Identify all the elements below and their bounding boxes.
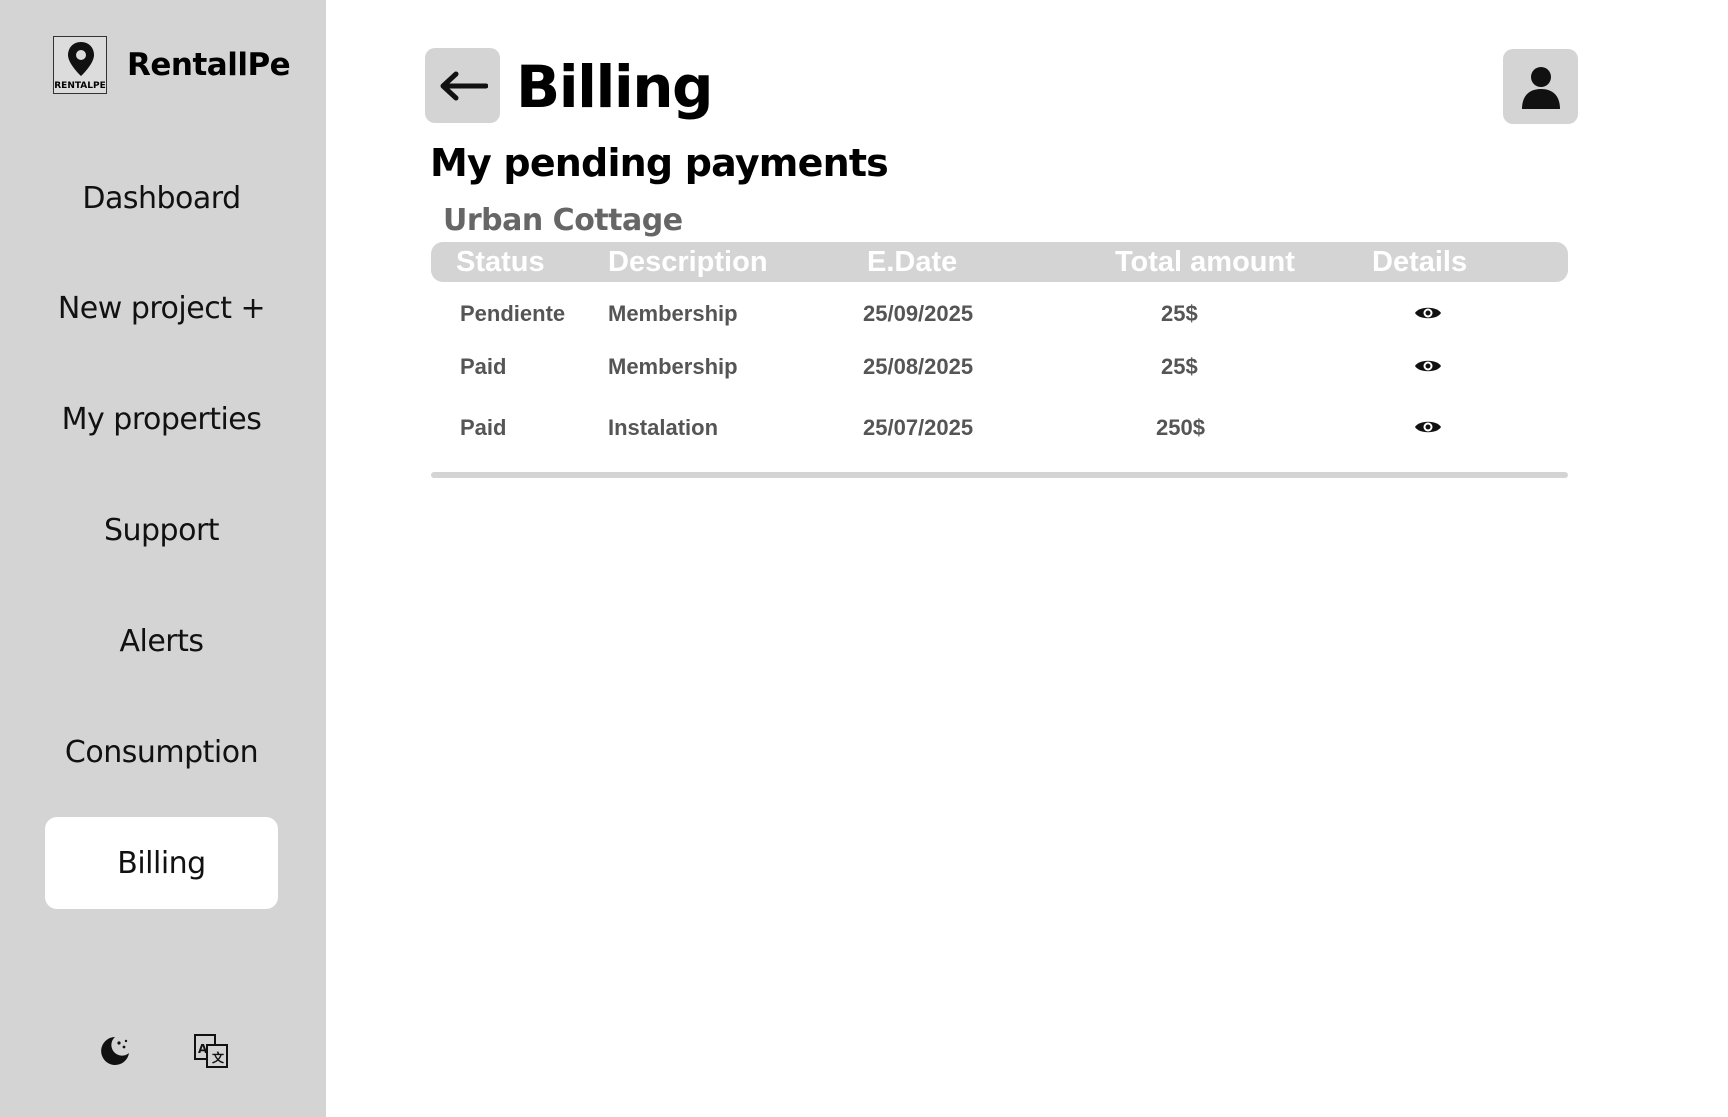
column-header-description[interactable]: Description [608, 246, 768, 278]
cell-amount: 25$ [1161, 301, 1198, 326]
arrow-left-icon [440, 71, 488, 100]
svg-text:A: A [198, 1042, 208, 1056]
back-button[interactable] [425, 48, 500, 123]
theme-toggle-icon[interactable] [97, 1033, 133, 1069]
sidebar-item-alerts[interactable]: Alerts [45, 595, 278, 687]
sidebar-item-my-properties[interactable]: My properties [45, 373, 278, 465]
cell-description: Membership [608, 354, 738, 379]
logo-caption: RENTALPE [54, 81, 106, 91]
eye-icon[interactable] [1414, 357, 1442, 375]
sidebar-item-support[interactable]: Support [45, 484, 278, 576]
sidebar-item-billing[interactable]: Billing [45, 817, 278, 909]
translate-icon[interactable]: A 文 [193, 1033, 229, 1069]
column-header-status[interactable]: Status [456, 246, 545, 278]
cell-date: 25/07/2025 [863, 415, 974, 440]
cell-status: Pendiente [460, 301, 566, 326]
cell-amount: 25$ [1161, 354, 1198, 379]
logo: RENTALPE [53, 36, 107, 94]
cell-date: 25/08/2025 [863, 354, 974, 379]
svg-text:文: 文 [212, 1050, 225, 1065]
map-pin-icon [68, 42, 94, 76]
cell-description: Instalation [608, 415, 719, 440]
table-header-row: Status Description E.Date Total amount D… [431, 242, 1568, 282]
property-name: Urban Cottage [443, 203, 683, 238]
cell-status: Paid [460, 354, 507, 379]
eye-icon[interactable] [1414, 418, 1442, 436]
sidebar-item-new-project[interactable]: New project + [45, 262, 278, 354]
cell-description: Membership [608, 301, 738, 326]
sidebar: RENTALPE RentallPe Dashboard New project… [0, 0, 326, 1117]
sidebar-item-consumption[interactable]: Consumption [45, 706, 278, 798]
profile-button[interactable] [1503, 49, 1578, 124]
cell-amount: 250$ [1156, 415, 1205, 440]
table-divider [431, 472, 1568, 478]
column-header-total-amount[interactable]: Total amount [1115, 246, 1295, 278]
sidebar-item-dashboard[interactable]: Dashboard [45, 152, 278, 244]
user-icon [1521, 66, 1560, 109]
brand-logo-row[interactable]: RENTALPE RentallPe [53, 36, 291, 94]
column-header-details[interactable]: Details [1372, 246, 1467, 278]
brand-name: RentallPe [127, 47, 291, 83]
column-header-date[interactable]: E.Date [867, 246, 957, 278]
cell-status: Paid [460, 415, 507, 440]
section-title: My pending payments [430, 141, 889, 185]
eye-icon[interactable] [1414, 304, 1442, 322]
billing-app: RENTALPE RentallPe Dashboard New project… [0, 0, 1728, 1117]
cell-date: 25/09/2025 [863, 301, 974, 326]
page-title: Billing [516, 53, 714, 121]
